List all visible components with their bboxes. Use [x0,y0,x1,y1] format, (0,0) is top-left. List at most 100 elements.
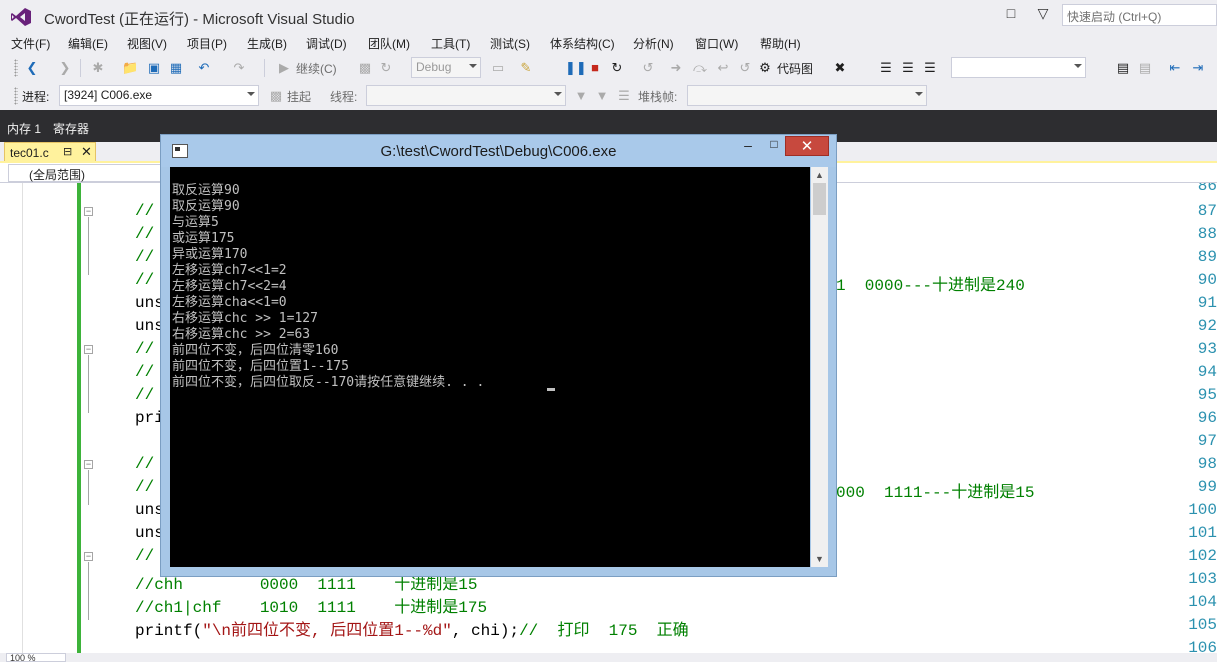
collapse-icon[interactable]: − [84,345,93,354]
toolbar-grip[interactable] [14,87,18,105]
thread-markers-icon[interactable]: ☰ [616,88,632,104]
save-icon[interactable]: ▣ [146,60,162,76]
menu-view[interactable]: 视图(V) [127,35,167,52]
console-line: 与运算5 [172,215,219,230]
line-number: 86 [1197,183,1217,195]
collapse-icon[interactable]: − [84,460,93,469]
line-number: 97 [1197,432,1217,450]
menu-architecture[interactable]: 体系结构(C) [550,35,615,52]
navigate-forward-icon[interactable]: ❯ [57,60,73,76]
comment-icon[interactable]: ☰ [878,60,894,76]
menu-analyze[interactable]: 分析(N) [633,35,674,52]
scroll-down-icon[interactable]: ▼ [811,551,828,567]
code-line-tail: 000 1111---十进制是15 [836,484,1035,502]
console-window[interactable]: G:\test\CwordTest\Debug\C006.exe – □ ✕ 取… [160,134,837,577]
title-bar: CwordTest (正在运行) - Microsoft Visual Stud… [0,0,1217,32]
lifecycle-events-icon[interactable]: ▩ [268,88,284,104]
continue-button[interactable]: 继续(C) [296,60,337,77]
tab-memory-1[interactable]: 内存 1 [7,120,41,137]
console-line: 取反运算90 [172,199,240,214]
fold-line [88,217,89,275]
navigate-back-icon[interactable]: ❮ [24,60,40,76]
fold-line [88,562,89,620]
toolbar-separator [264,59,265,77]
line-number: 94 [1197,363,1217,381]
show-next-statement-icon[interactable]: ↺ [640,60,656,76]
console-line: 右移运算chc >> 2=63 [172,327,311,342]
minimize-button[interactable]: – [735,137,761,157]
debug-location-toolbar: 进程: [3924] C006.exe ▩ 挂起 线程: ▼ ▼ ☰ 堆栈帧: [0,82,1217,110]
platform-icon[interactable]: ▭ [490,60,506,76]
stack-frame-select[interactable] [687,85,927,106]
step-out-icon[interactable]: ↩ [715,60,731,76]
menu-test[interactable]: 测试(S) [490,35,530,52]
menu-window[interactable]: 窗口(W) [695,35,738,52]
code-line: // [135,248,155,266]
increase-indent-icon[interactable]: ⇥ [1190,60,1206,76]
breakpoints-icon[interactable]: ✖ [832,60,848,76]
restart-icon[interactable]: ↻ [609,60,625,76]
solution-configuration-value: Debug [416,60,452,74]
open-file-icon[interactable]: 📁 [122,60,138,76]
menu-help[interactable]: 帮助(H) [760,35,801,52]
code-line: // [135,340,155,358]
stop-debugging-icon[interactable]: ■ [587,60,603,76]
collapse-icon[interactable]: − [84,207,93,216]
find-combo[interactable] [951,57,1086,78]
decrease-indent-icon[interactable]: ⇤ [1167,60,1183,76]
menu-debug[interactable]: 调试(D) [306,35,347,52]
solution-configuration-select[interactable]: Debug [411,57,481,78]
step-into-icon[interactable]: ➜ [668,60,684,76]
close-button[interactable]: ✕ [785,136,829,156]
code-map-icon[interactable]: ⚙ [757,60,773,76]
align-left-icon[interactable]: ▤ [1115,60,1131,76]
collapse-icon[interactable]: − [84,552,93,561]
visual-studio-logo-icon [11,8,31,26]
console-title-bar[interactable]: G:\test\CwordTest\Debug\C006.exe – □ ✕ [161,135,836,167]
show-flagged-threads-icon[interactable]: ▼ [594,88,610,104]
refresh-icon[interactable]: ↻ [378,60,394,76]
step-back-icon[interactable]: ↺ [737,60,753,76]
break-all-icon[interactable]: ❚❚ [565,60,587,76]
toolbar-grip[interactable] [14,59,18,77]
continue-icon[interactable]: ▶ [276,60,292,76]
code-line: // [135,363,155,381]
editor-bottom-bar: 100 % [0,653,1217,662]
console-output[interactable]: 取反运算90 取反运算90 与运算5 或运算175 异或运算170 左移运算ch… [170,167,810,567]
document-tab[interactable]: tec01.c ⊟ ✕ [4,142,96,162]
code-map-button[interactable]: 代码图 [777,60,813,77]
tab-registers[interactable]: 寄存器 [53,120,89,137]
feedback-icon[interactable]: □ [1002,5,1020,23]
scroll-up-icon[interactable]: ▲ [811,167,828,183]
zoom-select[interactable]: 100 % [6,653,66,662]
margin-line [22,183,23,653]
bookmark-icon[interactable]: ☰ [922,60,938,76]
filter-icon[interactable]: ▽ [1034,5,1052,23]
close-icon[interactable]: ✕ [81,144,92,160]
suspend-button[interactable]: 挂起 [287,88,311,105]
save-all-icon[interactable]: ▦ [168,60,184,76]
new-project-icon[interactable]: ✱ [90,60,106,76]
flag-thread-icon[interactable]: ▼ [573,88,589,104]
quick-launch-input[interactable]: 快速启动 (Ctrl+Q) [1062,4,1217,26]
redo-icon[interactable]: ↷ [231,60,247,76]
undo-icon[interactable]: ↶ [196,60,212,76]
menu-file[interactable]: 文件(F) [11,35,50,52]
menu-team[interactable]: 团队(M) [368,35,410,52]
find-in-files-icon[interactable]: ✎ [518,60,534,76]
process-select[interactable]: [3924] C006.exe [59,85,259,106]
menu-edit[interactable]: 编辑(E) [68,35,108,52]
uncomment-icon[interactable]: ☰ [900,60,916,76]
menu-project[interactable]: 项目(P) [187,35,227,52]
step-over-icon[interactable]: ⤼ [692,60,708,76]
thread-select[interactable] [366,85,566,106]
menu-tools[interactable]: 工具(T) [431,35,470,52]
scrollbar-thumb[interactable] [813,183,826,215]
pin-icon[interactable]: ⊟ [63,145,72,158]
maximize-button[interactable]: □ [761,137,787,157]
attach-icon[interactable]: ▩ [357,60,373,76]
align-right-icon[interactable]: ▤ [1137,60,1153,76]
menu-build[interactable]: 生成(B) [247,35,287,52]
console-scrollbar[interactable]: ▲ ▼ [811,167,828,567]
chevron-down-icon [554,92,562,96]
